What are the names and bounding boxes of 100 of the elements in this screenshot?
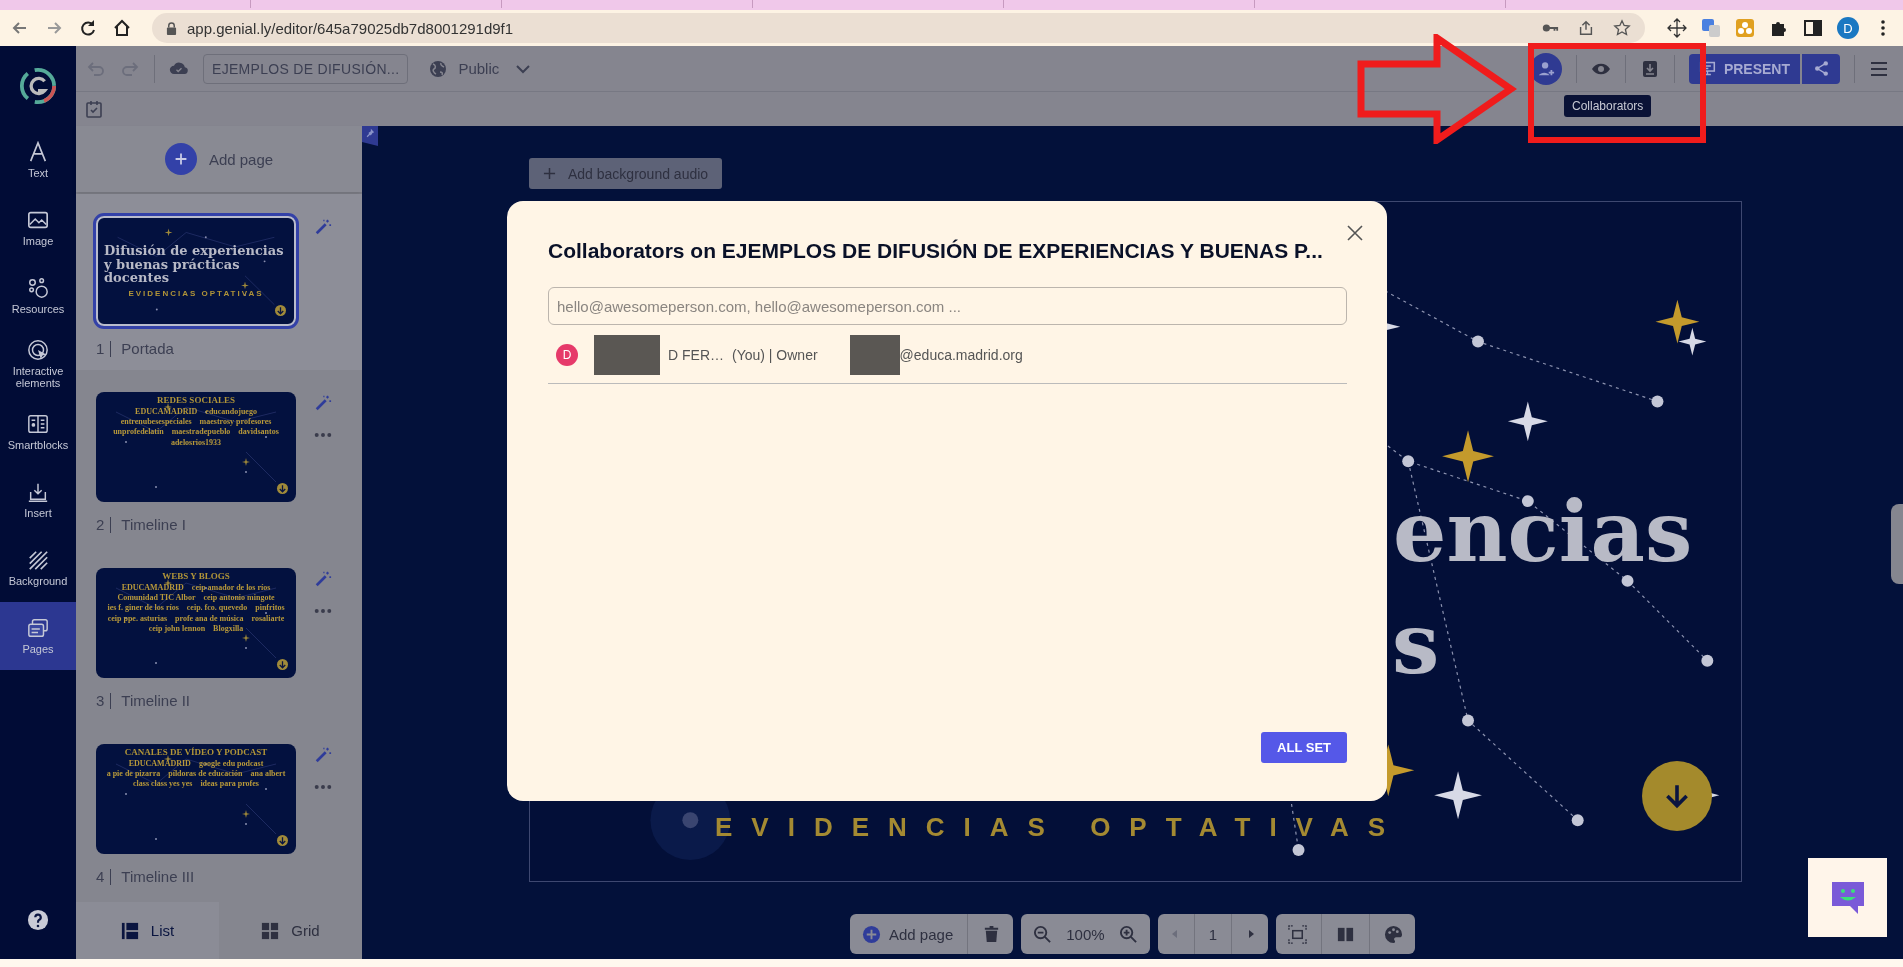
thumbnail-subtitle: EVIDENCIAS OPTATIVAS [128, 288, 264, 298]
slide-title-fragment: s [1392, 594, 1440, 693]
resources-tool-icon [27, 276, 49, 299]
zoom-out-icon[interactable] [1033, 924, 1053, 944]
more-options-icon[interactable] [314, 432, 332, 438]
checklist-icon[interactable] [84, 99, 104, 119]
profile-avatar[interactable]: D [1837, 17, 1859, 39]
redaction-block [849, 335, 900, 375]
sidebar-item[interactable]: Text [0, 126, 76, 194]
side-panel-handle[interactable] [1891, 504, 1903, 584]
thumbnail-label: Comunidad TIC Albor [117, 593, 196, 603]
thumbnail-label: ana albert [250, 769, 286, 779]
sidebar-icon[interactable] [1803, 18, 1823, 38]
page-number: 4 [96, 868, 105, 885]
thumbnail-label: píldoras de educación [168, 769, 243, 779]
page-item[interactable]: REDES SOCIALES EDUCAMADRID educandojuego entrenubesespeciales maestrosy profesores unprofedelatin maestradepueblo davidsantos adelosrios1933 2 Timeline I [76, 370, 362, 546]
magic-wand-icon[interactable] [314, 570, 332, 588]
page-thumbnail[interactable]: Difusión de experiencias y buenas prácticas docentes EVIDENCIAS OPTATIVAS [96, 216, 296, 326]
collaborator-email: @educa.madrid.org [899, 347, 1023, 363]
close-icon[interactable] [1345, 223, 1365, 243]
thumbnail-title: CANALES DE VÍDEO Y PODCAST [124, 747, 268, 757]
address-bar[interactable]: app.genial.ly/editor/645a79025db7d8001291d9f1 [152, 13, 1645, 43]
thumbnail-label: ceip antonio mingote [203, 593, 275, 603]
magic-wand-icon[interactable] [314, 218, 332, 236]
page-number-field[interactable]: 1 [1208, 925, 1217, 943]
thumbnail-label: a pie de pizarra [106, 769, 161, 779]
email-input-field[interactable]: hello@awesomeperson.com, hello@awesomeperson.com ... [548, 287, 1347, 325]
sidebar-item[interactable]: Background [0, 534, 76, 602]
thumbnail-label: rosaliarte [251, 613, 285, 623]
thumbnail-label: class class yes yes [133, 779, 193, 789]
page-number: 3 [96, 692, 105, 709]
share-button[interactable] [1802, 53, 1840, 84]
dialog-title: Collaborators on EJEMPLOS DE DIFUSIÓN DE EXPERIENCIAS Y BUENAS P... [548, 239, 1324, 263]
all-set-button[interactable]: ALL SET [1261, 732, 1347, 763]
grid-view-icon [261, 921, 280, 940]
url-text: app.genial.ly/editor/645a79025db7d8001291d9f1 [187, 19, 514, 37]
thumbnail-label: Blogxilla [213, 623, 244, 633]
thumbnail-label: unprofedelatin [113, 427, 164, 437]
page-number: 1 [96, 340, 105, 357]
move-icon[interactable] [1667, 18, 1687, 38]
more-options-icon[interactable] [314, 784, 332, 790]
magic-wand-icon[interactable] [314, 394, 332, 412]
collaborator-name: D FER… [668, 347, 724, 363]
home-icon[interactable] [112, 18, 132, 38]
thumbnail-label: EDUCAMADRID [128, 759, 191, 769]
present-button[interactable]: PRESENT [1688, 53, 1800, 84]
zoom-in-icon[interactable] [1118, 924, 1138, 944]
redaction-block [594, 335, 660, 375]
reload-icon[interactable] [78, 18, 98, 38]
globe-icon[interactable] [428, 58, 449, 79]
text-tool-icon [27, 140, 49, 163]
help-icon[interactable] [27, 909, 49, 931]
smartblocks-tool-icon [27, 412, 49, 435]
thumbnail-label: maestradepueblo [171, 427, 231, 437]
thumbnail-label: ceip john lennon [148, 623, 206, 633]
page-number: 2 [96, 516, 105, 533]
page-item[interactable]: Difusión de experiencias y buenas prácticas docentes EVIDENCIAS OPTATIVAS 1 Portada [76, 194, 362, 370]
page-thumbnail[interactable] [96, 568, 296, 678]
plus-circle-icon [862, 924, 881, 944]
plus-icon [543, 167, 556, 180]
thumbnail-label: ideas para profes [200, 779, 259, 789]
thumbnail-title: WEBS Y BLOGS [162, 571, 230, 581]
star-icon[interactable] [1613, 19, 1631, 37]
sidebar-item[interactable]: Interactive elements [0, 330, 76, 398]
thumbnail-label: EDUCAMADRID [121, 583, 184, 593]
thumbnail-title: REDES SOCIALES [157, 395, 235, 405]
lock-icon [166, 21, 177, 35]
magic-wand-icon[interactable] [314, 746, 332, 764]
thumbnail-label: profe ana de música [175, 613, 244, 623]
palette-icon[interactable] [1383, 924, 1403, 944]
share-icon [1812, 60, 1830, 77]
thumbnail-label: pinfritos [255, 603, 285, 613]
share-icon[interactable] [1577, 19, 1595, 37]
zoom-level: 100% [1066, 925, 1105, 943]
fit-screen-icon[interactable] [1287, 924, 1307, 944]
page-item[interactable]: CANALES DE VÍDEO Y PODCAST EDUCAMADRID google edu podcast a pie de pizarra píldoras de educación ana albert class class yes yes ideas para profes 4 Timeline III [76, 722, 362, 898]
thumbnail-label: EDUCAMADRID [135, 407, 198, 417]
thumbnail-label: ceip. fco. quevedo [186, 603, 248, 613]
tooltip: Collaborators [1564, 95, 1652, 117]
sidebar-item[interactable]: Image [0, 194, 76, 262]
thumbnail-label: davidsantos [238, 427, 279, 437]
page-thumbnail[interactable]: CANALES DE VÍDEO Y PODCAST EDUCAMADRID google edu podcast a pie de pizarra píldoras de educación ana albert class class yes yes ideas para profes [96, 744, 296, 854]
pin-icon[interactable] [362, 126, 378, 146]
pages-tool-icon [27, 616, 49, 639]
background-tool-icon [27, 548, 49, 571]
extension-icon[interactable] [1735, 18, 1755, 38]
thumbnail-label: ceip amador de los ríos [191, 583, 271, 593]
chat-widget[interactable] [1808, 858, 1887, 937]
page-name: Timeline I [121, 516, 186, 533]
sidebar-item[interactable]: Pages [0, 602, 76, 670]
sidebar-item[interactable]: Resources [0, 262, 76, 330]
page-thumbnail[interactable]: REDES SOCIALES EDUCAMADRID educandojuego entrenubesespeciales maestrosy profesores unprofedelatin maestradepueblo davidsantos adelosrios1933 [96, 392, 296, 502]
sidebar-item[interactable]: Insert [0, 466, 76, 534]
more-options-icon[interactable] [314, 608, 332, 614]
logo-icon[interactable] [19, 67, 57, 105]
download-arrow-icon [275, 305, 286, 316]
view-tab[interactable]: List [76, 902, 219, 959]
thumbnail-label: maestrosy profesores [199, 417, 272, 427]
sidebar-item[interactable]: Smartblocks [0, 398, 76, 466]
download-arrow-icon [277, 483, 288, 494]
